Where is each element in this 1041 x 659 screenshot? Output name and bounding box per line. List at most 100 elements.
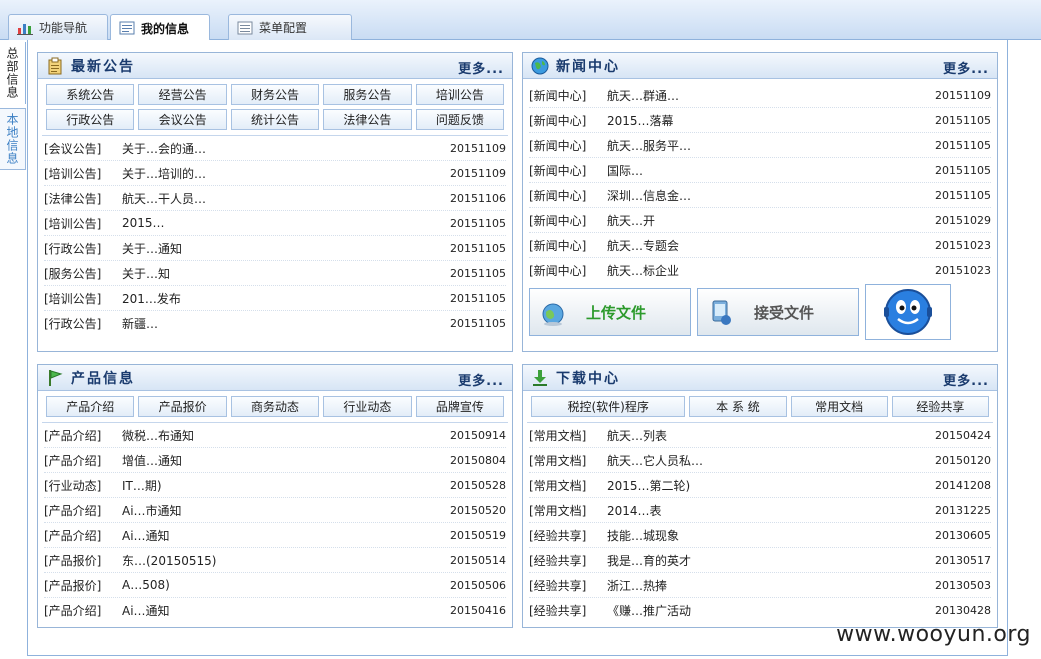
list-item[interactable]: [新闻中心] 航天…服务平… 20151105 (529, 133, 991, 158)
receive-file-button[interactable]: 接受文件 (697, 288, 859, 336)
list-item[interactable]: [新闻中心] 深圳…信息金… 20151105 (529, 183, 991, 208)
download-btn-taxctrl-software[interactable]: 税控(软件)程序 (531, 396, 686, 417)
product-btn-brand[interactable]: 品牌宣传 (415, 396, 505, 417)
item-date: 20130428 (935, 604, 991, 617)
tab-my-info[interactable]: 我的信息 (110, 14, 210, 41)
upload-file-button[interactable]: 上传文件 (529, 288, 691, 336)
item-title[interactable]: 2014…表 (607, 502, 933, 519)
item-title[interactable]: Ai…通知 (122, 527, 448, 544)
item-title[interactable]: 微税…布通知 (122, 427, 448, 444)
support-avatar[interactable] (865, 284, 951, 340)
item-title[interactable]: 航天…列表 (607, 427, 933, 444)
list-item[interactable]: [行政公告] 新疆… 20151105 (44, 311, 506, 336)
list-item[interactable]: [新闻中心] 航天…群通… 20151109 (529, 83, 991, 108)
notice-btn-training[interactable]: 培训公告 (415, 84, 505, 105)
item-title[interactable]: 航天…开 (607, 212, 933, 229)
list-item[interactable]: [常用文档] 航天…它人员私… 20150120 (529, 448, 991, 473)
list-item[interactable]: [经验共享] 技能…城现象 20130605 (529, 523, 991, 548)
downloads-more-link[interactable]: 更多... (943, 370, 989, 389)
item-title[interactable]: A…508) (122, 578, 448, 592)
product-btn-intro[interactable]: 产品介绍 (46, 396, 135, 417)
item-date: 20151105 (450, 216, 506, 230)
tab-menu-config[interactable]: 菜单配置 (228, 14, 352, 40)
products-more-link[interactable]: 更多... (458, 370, 504, 389)
list-item[interactable]: [产品介绍] Ai…通知 20150416 (44, 598, 506, 623)
notice-btn-admin[interactable]: 行政公告 (46, 109, 135, 130)
item-title[interactable]: 关于…通知 (122, 240, 448, 257)
notice-btn-service[interactable]: 服务公告 (323, 84, 412, 105)
notice-btn-meeting[interactable]: 会议公告 (138, 109, 227, 130)
download-btn-this-system[interactable]: 本 系 统 (689, 396, 787, 417)
item-title[interactable]: 深圳…信息金… (607, 187, 933, 204)
side-tab-headquarters[interactable]: 总部信息 (0, 42, 26, 104)
notice-btn-legal[interactable]: 法律公告 (323, 109, 412, 130)
item-title[interactable]: 浙江…热捧 (607, 577, 933, 594)
list-item[interactable]: [产品介绍] Ai…市通知 20150520 (44, 498, 506, 523)
tab-function-nav[interactable]: 功能导航 (8, 14, 108, 40)
item-title[interactable]: 新疆… (122, 315, 448, 332)
item-title[interactable]: 2015…第二轮) (607, 477, 933, 494)
notices-more-link[interactable]: 更多... (458, 58, 504, 77)
notice-btn-feedback[interactable]: 问题反馈 (415, 109, 505, 130)
item-title[interactable]: 航天…它人员私… (607, 452, 933, 469)
item-title[interactable]: 我是…育的英才 (607, 552, 933, 569)
list-item[interactable]: [产品报价] A…508) 20150506 (44, 573, 506, 598)
list-item[interactable]: [服务公告] 关于…知 20151105 (44, 261, 506, 286)
list-item[interactable]: [产品介绍] 增值…通知 20150804 (44, 448, 506, 473)
list-item[interactable]: [新闻中心] 2015…落幕 20151105 (529, 108, 991, 133)
item-title[interactable]: 关于…知 (122, 265, 448, 282)
item-title[interactable]: 2015…落幕 (607, 112, 933, 129)
notice-btn-statistics[interactable]: 统计公告 (230, 109, 320, 130)
notice-btn-finance[interactable]: 财务公告 (230, 84, 320, 105)
notices-title: 最新公告 (71, 58, 135, 75)
item-title[interactable]: 国际… (607, 162, 933, 179)
item-title[interactable]: 航天…专题会 (607, 237, 933, 254)
list-item[interactable]: [培训公告] 关于…培训的… 20151109 (44, 161, 506, 186)
item-title[interactable]: 关于…会的通… (122, 140, 448, 157)
item-title[interactable]: 关于…培训的… (122, 165, 448, 182)
item-title[interactable]: 航天…群通… (607, 87, 933, 104)
product-btn-industry-news[interactable]: 行业动态 (323, 396, 412, 417)
item-title[interactable]: Ai…通知 (122, 602, 448, 619)
list-item[interactable]: [经验共享] 我是…育的英才 20130517 (529, 548, 991, 573)
list-item[interactable]: [常用文档] 航天…列表 20150424 (529, 423, 991, 448)
item-title[interactable]: 航天…标企业 (607, 262, 933, 279)
list-item[interactable]: [新闻中心] 国际… 20151105 (529, 158, 991, 183)
item-title[interactable]: 航天…干人员… (122, 190, 448, 207)
list-item[interactable]: [常用文档] 2015…第二轮) 20141208 (529, 473, 991, 498)
list-item[interactable]: [会议公告] 关于…会的通… 20151109 (44, 136, 506, 161)
list-item[interactable]: [产品报价] 东…(20150515) 20150514 (44, 548, 506, 573)
list-item[interactable]: [行业动态] IT…期) 20150528 (44, 473, 506, 498)
download-btn-common-docs[interactable]: 常用文档 (790, 396, 888, 417)
list-item[interactable]: [新闻中心] 航天…开 20151029 (529, 208, 991, 233)
download-btn-experience[interactable]: 经验共享 (891, 396, 989, 417)
item-title[interactable]: 东…(20150515) (122, 552, 448, 569)
list-item[interactable]: [新闻中心] 航天…专题会 20151023 (529, 233, 991, 258)
item-title[interactable]: IT…期) (122, 477, 448, 494)
list-item[interactable]: [产品介绍] 微税…布通知 20150914 (44, 423, 506, 448)
item-date: 20150416 (450, 604, 506, 617)
list-item[interactable]: [新闻中心] 航天…标企业 20151023 (529, 258, 991, 283)
item-title[interactable]: 201…发布 (122, 290, 448, 307)
list-item[interactable]: [经验共享] 浙江…热捧 20130503 (529, 573, 991, 598)
list-item[interactable]: [培训公告] 201…发布 20151105 (44, 286, 506, 311)
news-more-link[interactable]: 更多... (943, 58, 989, 77)
list-item[interactable]: [法律公告] 航天…干人员… 20151106 (44, 186, 506, 211)
product-btn-pricing[interactable]: 产品报价 (138, 396, 227, 417)
item-title[interactable]: 《赚…推广活动 (607, 602, 933, 619)
item-title[interactable]: 2015… (122, 216, 448, 230)
notice-btn-system[interactable]: 系统公告 (46, 84, 135, 105)
list-item[interactable]: [行政公告] 关于…通知 20151105 (44, 236, 506, 261)
list-item[interactable]: [常用文档] 2014…表 20131225 (529, 498, 991, 523)
list-item[interactable]: [产品介绍] Ai…通知 20150519 (44, 523, 506, 548)
product-btn-business-news[interactable]: 商务动态 (230, 396, 320, 417)
item-title[interactable]: Ai…市通知 (122, 502, 448, 519)
list-item[interactable]: [经验共享] 《赚…推广活动 20130428 (529, 598, 991, 623)
item-title[interactable]: 增值…通知 (122, 452, 448, 469)
item-title[interactable]: 技能…城现象 (607, 527, 933, 544)
list-item[interactable]: [培训公告] 2015… 20151105 (44, 211, 506, 236)
item-title[interactable]: 航天…服务平… (607, 137, 933, 154)
item-date: 20151023 (935, 264, 991, 277)
side-tab-local[interactable]: 本地信息 (0, 108, 26, 170)
notice-btn-business[interactable]: 经营公告 (138, 84, 227, 105)
